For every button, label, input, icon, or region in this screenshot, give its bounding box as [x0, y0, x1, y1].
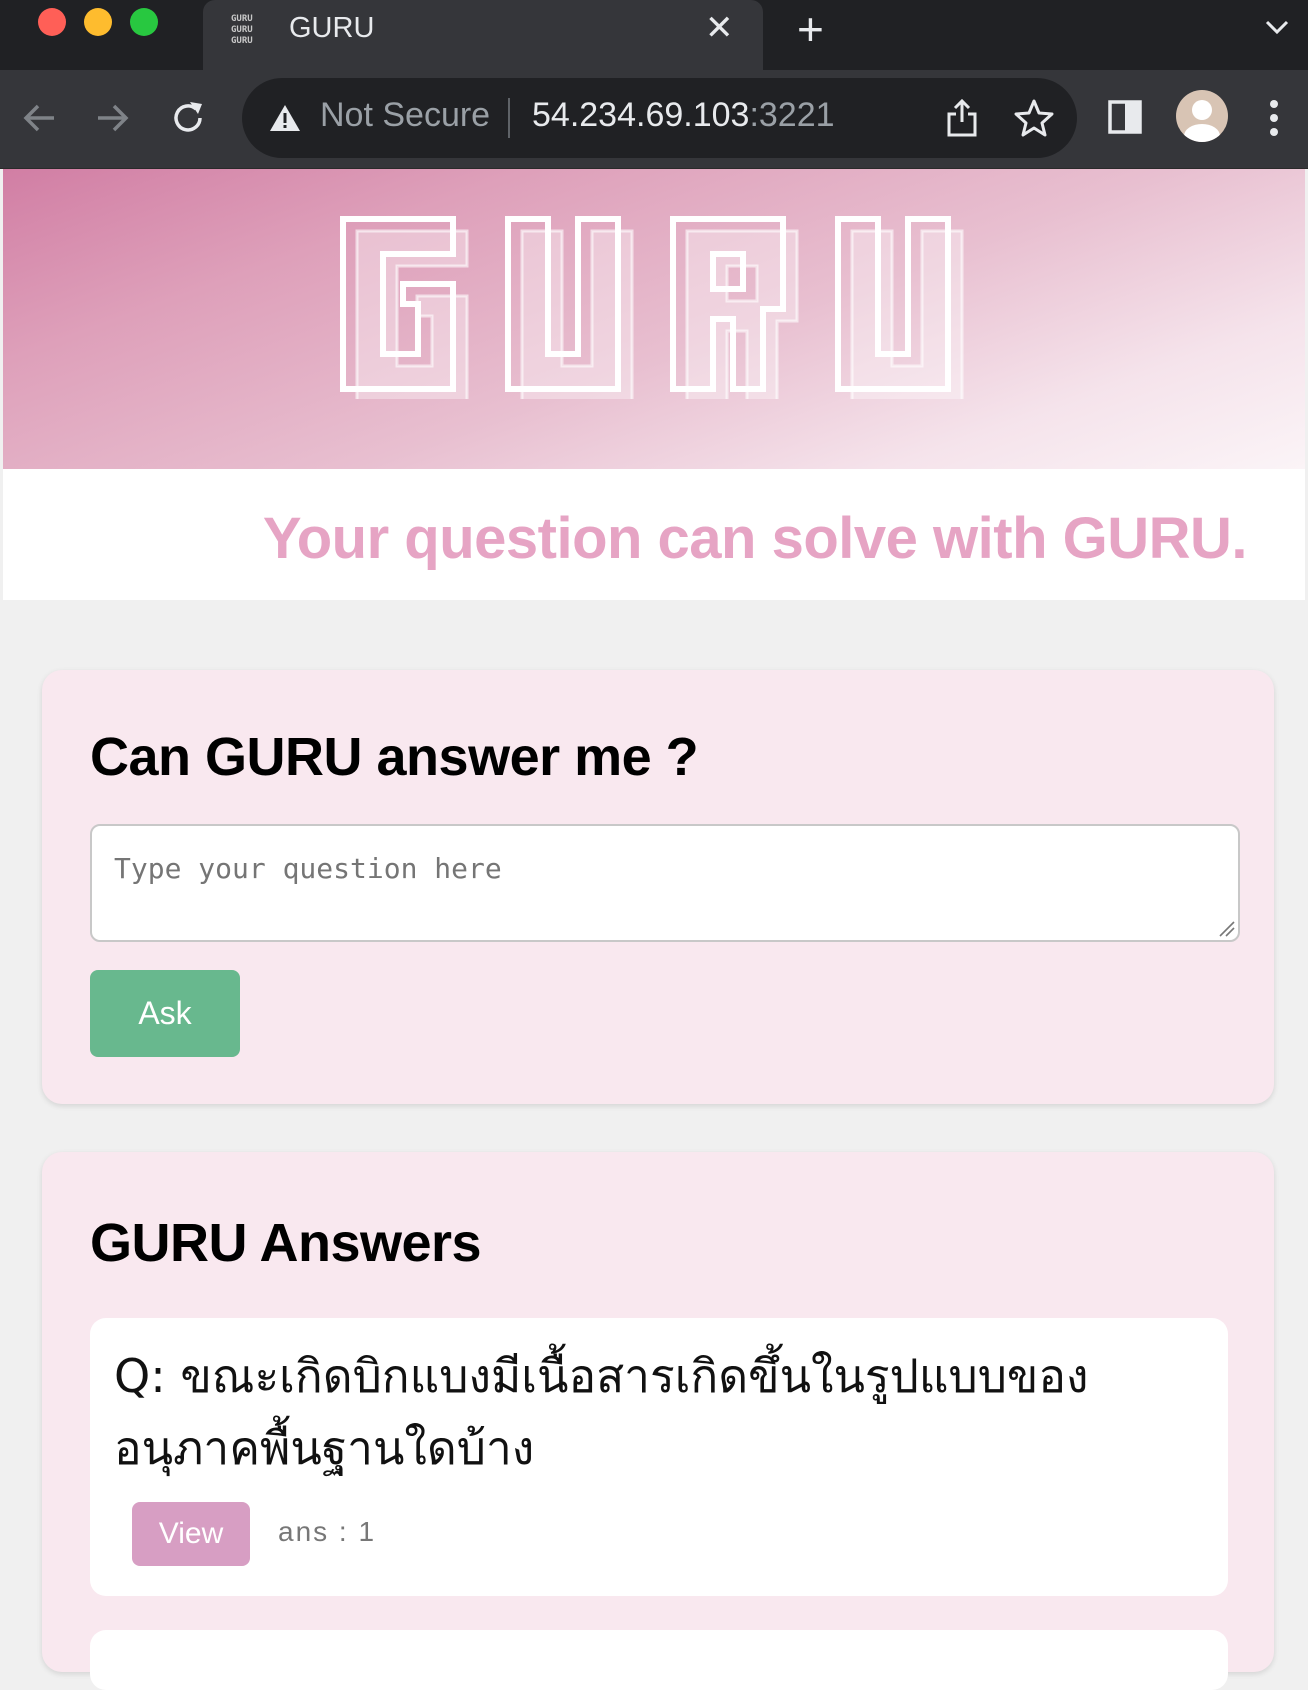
browser-tab[interactable]: GURU GURU GURU GURU ✕: [203, 0, 763, 70]
maximize-window-button[interactable]: [130, 8, 158, 36]
ask-heading: Can GURU answer me ?: [90, 727, 699, 787]
star-icon[interactable]: [1014, 98, 1054, 138]
side-panel-icon[interactable]: [1108, 100, 1142, 134]
profile-icon[interactable]: [1176, 90, 1228, 142]
share-icon[interactable]: [944, 98, 980, 138]
question-input[interactable]: [90, 824, 1240, 942]
reload-icon[interactable]: [166, 96, 210, 140]
url-host: 54.234.69.103: [532, 96, 750, 134]
tab-title: GURU: [289, 12, 375, 44]
answers-heading: GURU Answers: [90, 1213, 482, 1273]
view-answer-button[interactable]: View: [132, 1502, 250, 1566]
minimize-window-button[interactable]: [84, 8, 112, 36]
tagline: Your question can solve with GURU.: [262, 506, 1248, 571]
answers-card: GURU Answers Q: ขณะเกิดบิกแบงมีเนื้อสารเ…: [42, 1152, 1274, 1690]
url-port: :3221: [749, 96, 835, 134]
close-window-button[interactable]: [38, 8, 66, 36]
url-text[interactable]: 54.234.69.103:3221: [532, 96, 835, 135]
answer-item: Q: ขณะเกิดบิกแบงมีเนื้อสารเกิดขึ้นในรูปแ…: [90, 1318, 1228, 1596]
answer-count: ans : 1: [278, 1516, 377, 1547]
browser-toolbar: Not Secure 54.234.69.103:3221: [0, 70, 1308, 169]
resize-grip-icon[interactable]: [1218, 920, 1236, 938]
back-arrow-icon[interactable]: [18, 96, 62, 140]
warning-icon[interactable]: [268, 102, 302, 134]
tab-list-chevron-icon[interactable]: [1262, 12, 1292, 42]
answer-question-text: Q: ขณะเกิดบิกแบงมีเนื้อสารเกิดขึ้นในรูปแ…: [114, 1349, 1089, 1475]
answer-item-partial: [90, 1630, 1228, 1690]
security-status-label[interactable]: Not Secure: [320, 96, 490, 135]
guru-logo: [333, 209, 964, 399]
hero-banner: [3, 169, 1305, 469]
tab-close-button[interactable]: ✕: [705, 8, 734, 48]
browser-tab-strip: GURU GURU GURU GURU ✕ +: [0, 0, 1308, 70]
address-bar[interactable]: Not Secure 54.234.69.103:3221: [242, 78, 1077, 158]
new-tab-button[interactable]: +: [797, 4, 824, 54]
ask-card: Can GURU answer me ? Ask: [42, 670, 1274, 1104]
address-separator: [508, 98, 510, 138]
tab-favicon-icon: GURU GURU GURU: [231, 14, 253, 46]
forward-arrow-icon[interactable]: [90, 96, 134, 140]
tagline-band: Your question can solve with GURU.: [3, 469, 1305, 600]
more-menu-icon[interactable]: [1268, 98, 1280, 138]
ask-button[interactable]: Ask: [90, 970, 240, 1057]
